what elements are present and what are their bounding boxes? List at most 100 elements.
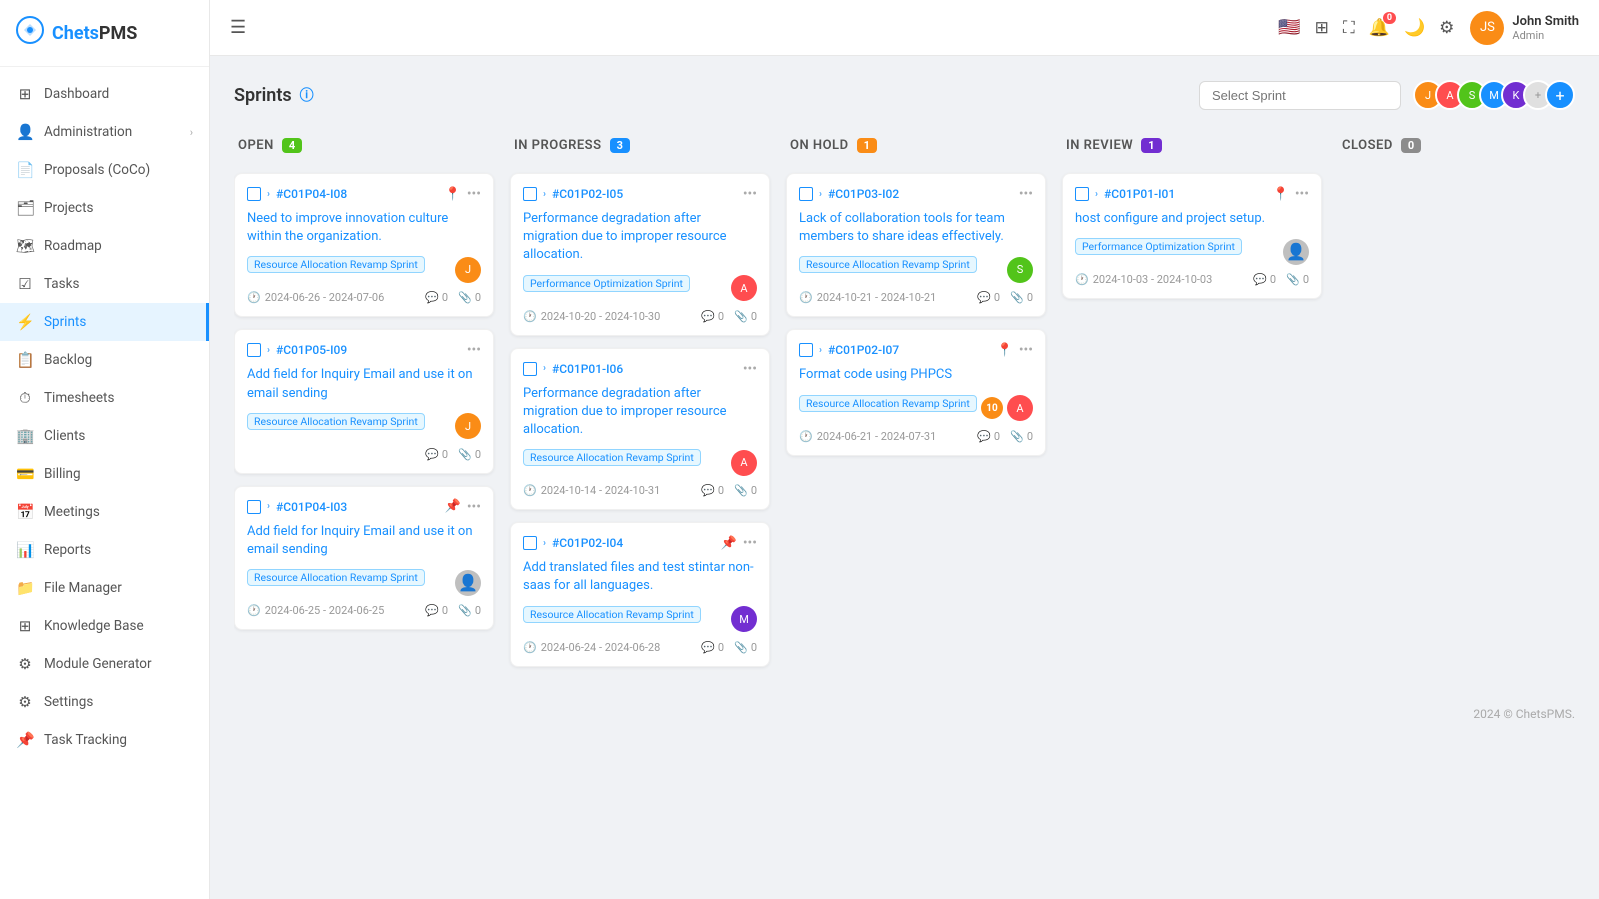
sidebar-item-sprints[interactable]: ⚡ Sprints (0, 303, 209, 341)
card-title[interactable]: Add field for Inquiry Email and use it o… (247, 523, 481, 559)
theme-toggle-icon[interactable]: 🌙 (1404, 18, 1425, 38)
settings-icon[interactable]: ⚙ (1439, 18, 1454, 38)
card-id-row: › #C01P05-I09 (247, 343, 347, 357)
more-options-icon[interactable]: ••• (1019, 186, 1033, 202)
sidebar-item-backlog[interactable]: 📋 Backlog (0, 341, 209, 379)
card-chevron-icon: › (267, 501, 270, 512)
card-tag[interactable]: Performance Optimization Sprint (523, 275, 690, 292)
sidebar-item-module-generator[interactable]: ⚙ Module Generator (0, 645, 209, 683)
card-checkbox[interactable] (247, 343, 261, 357)
card-id[interactable]: #C01P04-I08 (276, 187, 347, 201)
add-member-button[interactable]: + (1545, 80, 1575, 110)
menu-toggle-button[interactable]: ☰ (230, 17, 246, 38)
card-actions: 📍 ••• (1273, 186, 1309, 202)
card-tag[interactable]: Resource Allocation Revamp Sprint (799, 395, 977, 412)
sidebar-label-file-manager: File Manager (44, 580, 122, 596)
card-title[interactable]: Performance degradation after migration … (523, 385, 757, 440)
sidebar-item-meetings[interactable]: 📅 Meetings (0, 493, 209, 531)
card-actions: ••• (743, 361, 757, 377)
sidebar-item-roadmap[interactable]: 🗺 Roadmap (0, 227, 209, 265)
sidebar-item-file-manager[interactable]: 📁 File Manager (0, 569, 209, 607)
card-date: 🕐2024-06-24 - 2024-06-28 (523, 641, 660, 654)
more-options-icon[interactable]: ••• (1019, 342, 1033, 358)
info-icon[interactable]: ⓘ (300, 85, 314, 105)
apps-icon[interactable]: ⊞ (1315, 18, 1329, 38)
card-tag[interactable]: Resource Allocation Revamp Sprint (799, 256, 977, 273)
fullscreen-icon[interactable]: ⛶ (1343, 18, 1355, 38)
user-avatar: JS (1470, 11, 1504, 45)
card-title[interactable]: Add field for Inquiry Email and use it o… (247, 366, 481, 402)
sidebar-item-clients[interactable]: 🏢 Clients (0, 417, 209, 455)
logo-text: ChetsPMS (52, 23, 137, 44)
pin-icon[interactable]: 📌 (721, 536, 737, 551)
card-checkbox[interactable] (1075, 187, 1089, 201)
card-id[interactable]: #C01P04-I03 (276, 500, 347, 514)
more-options-icon[interactable]: ••• (743, 535, 757, 551)
card-id[interactable]: #C01P01-I06 (552, 362, 623, 376)
sidebar-item-task-tracking[interactable]: 📌 Task Tracking (0, 721, 209, 759)
card-stats: 💬0 📎0 (701, 484, 757, 497)
sidebar-item-proposals[interactable]: 📄 Proposals (CoCo) (0, 151, 209, 189)
sidebar-item-settings[interactable]: ⚙ Settings (0, 683, 209, 721)
comment-icon: 💬 (701, 310, 715, 323)
card-id[interactable]: #C01P03-I02 (828, 187, 899, 201)
card-id[interactable]: #C01P01-I01 (1104, 187, 1175, 201)
notification-icon[interactable]: 🔔 0 (1369, 18, 1390, 38)
kanban-col-inreview: IN REVIEW 1 › #C01P01-I01 📍 ••• host con… (1062, 130, 1322, 679)
card-tag[interactable]: Resource Allocation Revamp Sprint (247, 413, 425, 430)
card-id[interactable]: #C01P02-I05 (552, 187, 623, 201)
more-options-icon[interactable]: ••• (743, 361, 757, 377)
card-title[interactable]: Lack of collaboration tools for team mem… (799, 210, 1033, 246)
sidebar-item-dashboard[interactable]: ⊞ Dashboard (0, 75, 209, 113)
more-options-icon[interactable]: ••• (467, 342, 481, 358)
sidebar-item-reports[interactable]: 📊 Reports (0, 531, 209, 569)
card-tag[interactable]: Resource Allocation Revamp Sprint (247, 256, 425, 273)
card-id[interactable]: #C01P02-I04 (552, 536, 623, 550)
language-flag[interactable]: 🇺🇸 (1278, 17, 1300, 38)
more-options-icon[interactable]: ••• (467, 499, 481, 515)
sidebar-item-administration[interactable]: 👤 Administration › (0, 113, 209, 151)
card-tag[interactable]: Resource Allocation Revamp Sprint (523, 449, 701, 466)
card-title[interactable]: Add translated files and test stintar no… (523, 559, 757, 595)
sidebar-item-timesheets[interactable]: ⏱ Timesheets (0, 379, 209, 417)
card-checkbox[interactable] (799, 187, 813, 201)
assignee-avatar: J (455, 413, 481, 439)
card-title[interactable]: Format code using PHPCS (799, 366, 1033, 384)
col-header-inprogress: IN PROGRESS 3 (510, 130, 770, 161)
more-options-icon[interactable]: ••• (743, 186, 757, 202)
sidebar-item-tasks[interactable]: ☑ Tasks (0, 265, 209, 303)
card-tag[interactable]: Resource Allocation Revamp Sprint (523, 606, 701, 623)
sprint-select-input[interactable] (1199, 81, 1401, 110)
pin-icon[interactable]: 📍 (997, 343, 1013, 358)
card-tag[interactable]: Performance Optimization Sprint (1075, 238, 1242, 255)
sidebar-item-knowledge-base[interactable]: ⊞ Knowledge Base (0, 607, 209, 645)
more-options-icon[interactable]: ••• (1295, 186, 1309, 202)
logo[interactable]: ChetsPMS (0, 0, 209, 67)
pin-icon[interactable]: 📍 (1273, 187, 1289, 202)
user-profile[interactable]: JS John Smith Admin (1470, 11, 1579, 45)
card-title[interactable]: host configure and project setup. (1075, 210, 1309, 228)
card-title[interactable]: Need to improve innovation culture withi… (247, 210, 481, 246)
pin-icon[interactable]: 📍 (445, 187, 461, 202)
card-assignee: A (731, 450, 757, 476)
card-actions: ••• (743, 186, 757, 202)
col-title-open: OPEN (238, 138, 274, 153)
kanban-board: OPEN 4 › #C01P04-I08 📍 ••• Need to impro… (234, 130, 1575, 687)
sidebar-item-billing[interactable]: 💳 Billing (0, 455, 209, 493)
pin-icon[interactable]: 📌 (445, 499, 461, 514)
card-checkbox[interactable] (247, 500, 261, 514)
card-id[interactable]: #C01P05-I09 (276, 343, 347, 357)
sidebar-item-projects[interactable]: 🗂 Projects (0, 189, 209, 227)
kanban-col-closed: CLOSED 0 (1338, 130, 1575, 679)
card-checkbox[interactable] (523, 536, 537, 550)
card-checkbox[interactable] (799, 343, 813, 357)
more-options-icon[interactable]: ••• (467, 186, 481, 202)
card-checkbox[interactable] (247, 187, 261, 201)
card-checkbox[interactable] (523, 362, 537, 376)
card-title[interactable]: Performance degradation after migration … (523, 210, 757, 265)
sidebar-icon-billing: 💳 (16, 465, 34, 483)
card-id[interactable]: #C01P02-I07 (828, 343, 899, 357)
card-checkbox[interactable] (523, 187, 537, 201)
col-header-closed: CLOSED 0 (1338, 130, 1575, 161)
card-tag[interactable]: Resource Allocation Revamp Sprint (247, 569, 425, 586)
